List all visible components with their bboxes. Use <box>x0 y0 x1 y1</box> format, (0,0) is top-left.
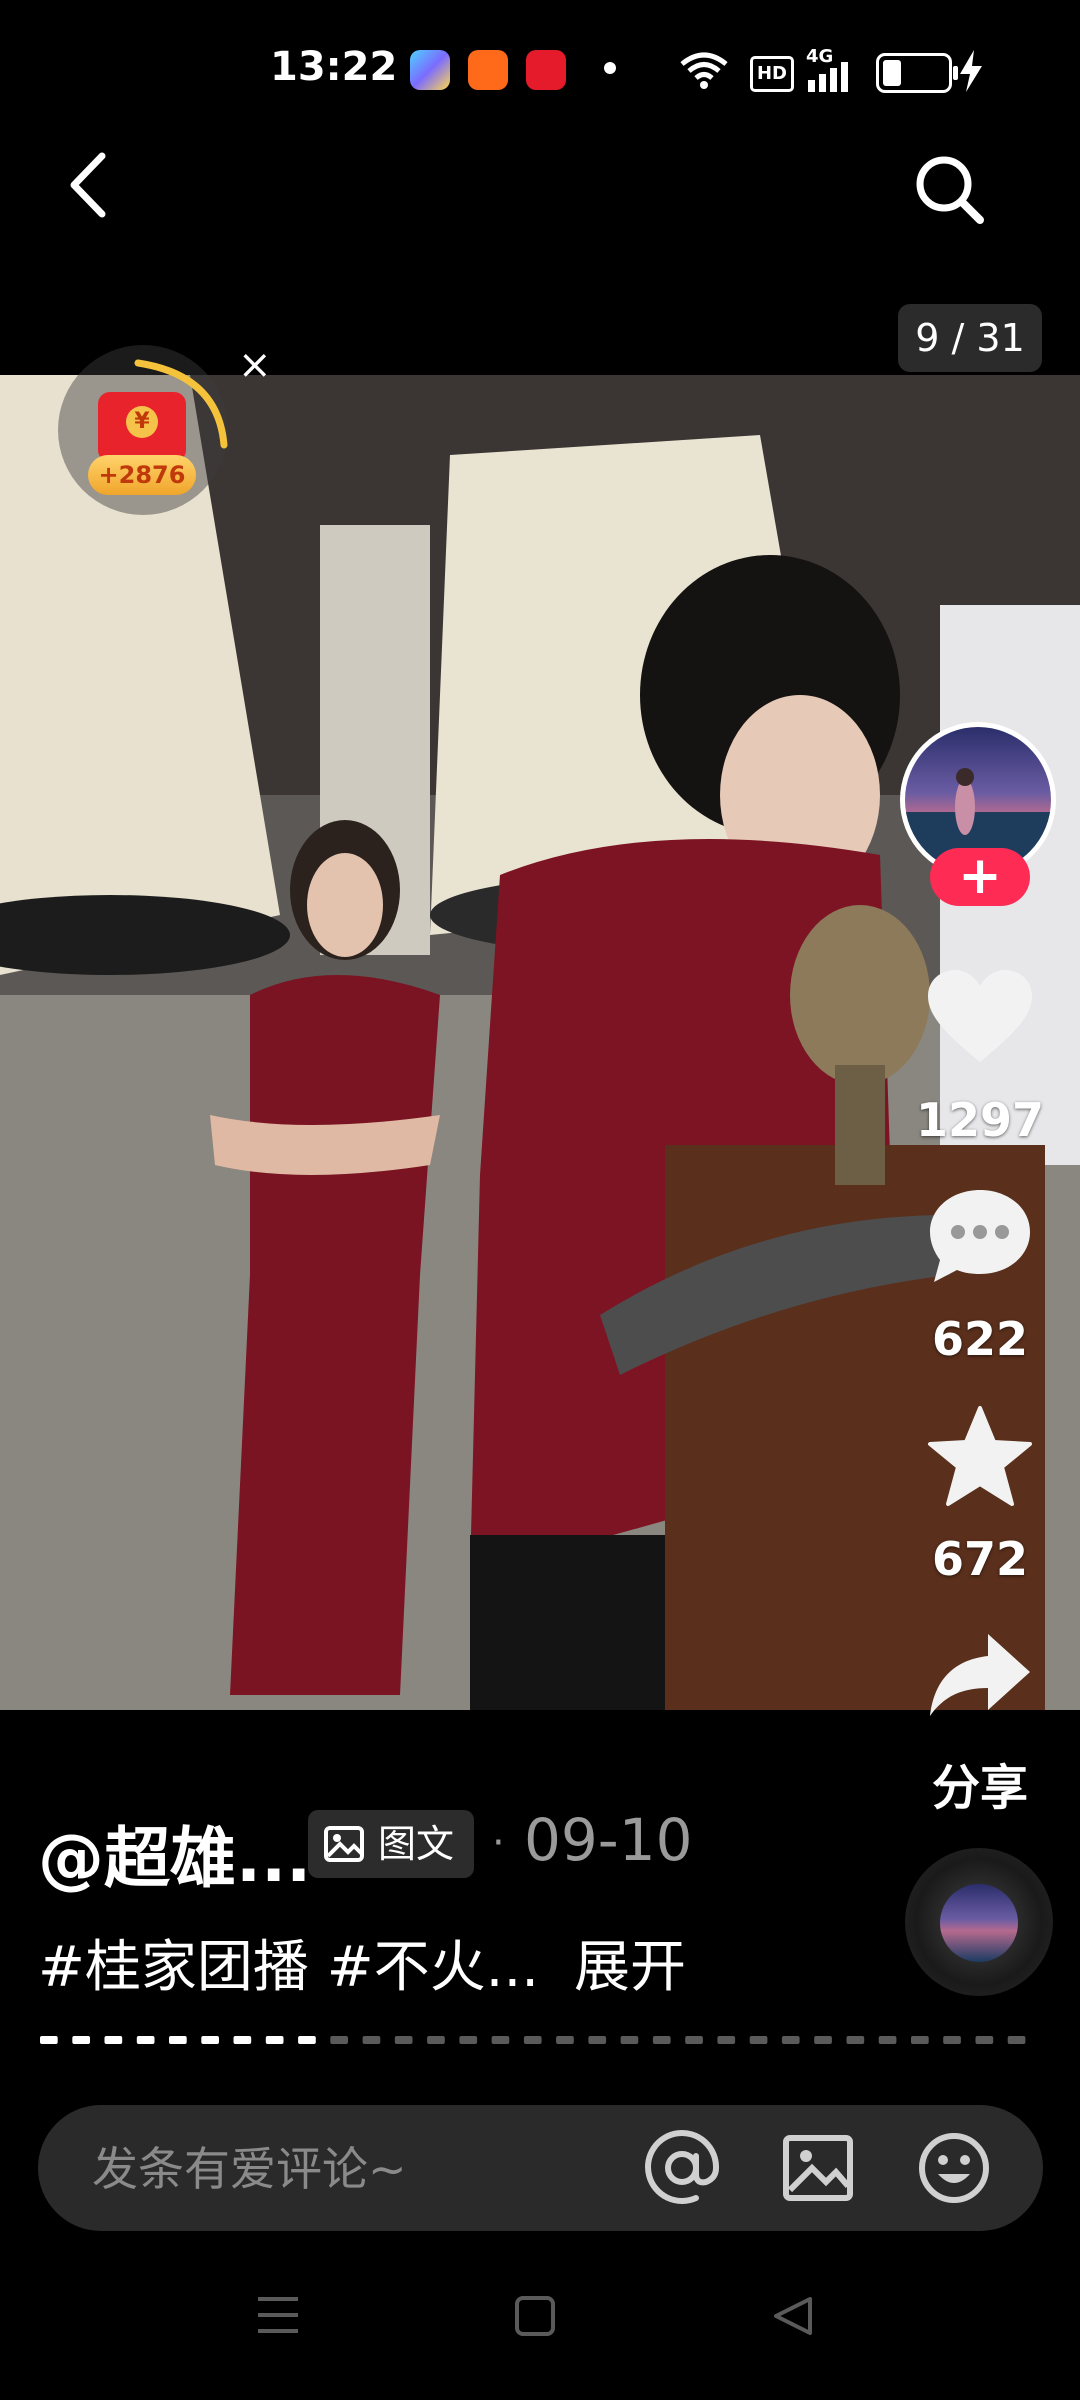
progress-dash <box>104 2036 123 2044</box>
comment-count: 622 <box>931 1312 1029 1366</box>
progress-dash <box>136 2036 155 2044</box>
gallery-progress <box>40 2036 1026 2044</box>
chevron-left-icon[interactable] <box>60 150 120 220</box>
progress-dash <box>556 2036 574 2044</box>
gallery-counter: 9 / 31 <box>898 304 1042 372</box>
progress-dash <box>975 2036 994 2044</box>
image-icon <box>324 1826 364 1862</box>
progress-dash <box>265 2036 284 2044</box>
app-icon <box>410 50 450 90</box>
progress-dash <box>169 2036 187 2044</box>
progress-dash <box>588 2036 607 2044</box>
post-type-badge: 图文 <box>308 1810 474 1878</box>
red-envelope-icon: ¥ <box>98 392 186 462</box>
progress-dash <box>620 2036 639 2044</box>
heart-icon[interactable] <box>926 968 1034 1066</box>
progress-dash <box>685 2036 703 2044</box>
battery-icon <box>876 53 958 93</box>
progress-dash <box>749 2036 768 2044</box>
search-icon[interactable] <box>910 150 990 230</box>
share-label[interactable]: 分享 <box>890 1748 1070 1818</box>
progress-dash <box>491 2036 510 2044</box>
menu-icon[interactable] <box>256 2295 300 2335</box>
progress-dash <box>781 2036 800 2044</box>
reward-count: +2876 <box>88 455 196 495</box>
comment-input[interactable] <box>90 2105 654 2233</box>
favorite-count: 672 <box>931 1532 1029 1586</box>
share-icon[interactable] <box>926 1630 1034 1720</box>
at-icon[interactable] <box>644 2130 720 2206</box>
expand-link[interactable]: 展开 <box>574 1922 686 2003</box>
date-separator: · <box>492 1820 505 1866</box>
post-caption[interactable]: #桂家团播 #不火... <box>38 1922 539 2003</box>
scene-illustration <box>0 375 1080 1710</box>
progress-dash <box>523 2036 542 2044</box>
emoji-icon[interactable] <box>916 2130 992 2206</box>
progress-dash <box>846 2036 865 2044</box>
music-disc-cover <box>940 1884 1018 1962</box>
comment-bar <box>38 2105 1043 2233</box>
progress-dash <box>427 2036 445 2044</box>
wifi-icon <box>680 52 728 89</box>
progress-dash <box>814 2036 832 2044</box>
progress-dash <box>394 2036 413 2044</box>
follow-button[interactable]: + <box>930 848 1030 906</box>
progress-dash <box>72 2036 90 2044</box>
progress-dash <box>459 2036 478 2044</box>
progress-dash <box>878 2036 897 2044</box>
post-type-label: 图文 <box>378 1822 455 1866</box>
author-name[interactable]: @超雄... <box>38 1805 311 1901</box>
comment-icon[interactable] <box>926 1186 1034 1286</box>
home-icon[interactable] <box>514 2295 556 2337</box>
post-date: 09-10 <box>524 1806 693 1874</box>
progress-dash <box>652 2036 671 2044</box>
image-icon[interactable] <box>780 2130 856 2206</box>
charging-icon <box>960 50 982 92</box>
progress-dash <box>330 2036 348 2044</box>
close-icon[interactable]: × <box>238 342 272 388</box>
notification-dot <box>604 62 616 74</box>
progress-dash <box>298 2036 316 2044</box>
progress-dash <box>201 2036 219 2044</box>
app-icon <box>468 50 508 90</box>
signal-icon <box>808 62 848 92</box>
progress-dash <box>362 2036 381 2044</box>
hd-icon: HD <box>750 56 794 92</box>
app-icon <box>526 50 566 90</box>
progress-dash <box>40 2036 58 2044</box>
post-image[interactable] <box>0 375 1080 1710</box>
progress-dash <box>911 2036 929 2044</box>
star-icon[interactable] <box>926 1404 1034 1508</box>
status-time: 13:22 <box>270 44 398 90</box>
coin-icon: ¥ <box>126 406 158 438</box>
progress-dash <box>1007 2036 1026 2044</box>
like-count: 1297 <box>915 1093 1045 1147</box>
progress-dash <box>233 2036 252 2044</box>
back-triangle-icon[interactable] <box>772 2295 814 2337</box>
progress-dash <box>943 2036 961 2044</box>
progress-dash <box>717 2036 736 2044</box>
